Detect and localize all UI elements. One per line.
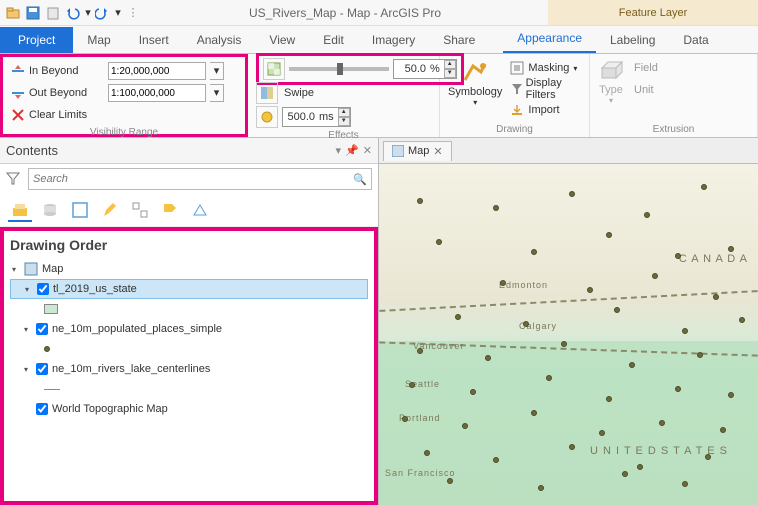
flicker-icon[interactable] — [256, 106, 278, 128]
extrusion-field-label: Field — [634, 62, 658, 74]
map-view-tab[interactable]: Map ✕ — [383, 141, 452, 161]
toc-layer-2[interactable]: ▾ ne_10m_rivers_lake_centerlines — [10, 359, 368, 379]
filter-icon[interactable] — [6, 171, 22, 187]
import-button[interactable]: Import — [510, 100, 581, 120]
map-view-tab-label: Map — [408, 145, 429, 157]
toc-layer-2-symbol[interactable] — [10, 379, 368, 399]
flicker-spin-up[interactable]: ▲ — [338, 108, 350, 117]
contents-search-input[interactable] — [33, 173, 353, 185]
swipe-icon[interactable] — [256, 82, 278, 104]
in-beyond-icon — [11, 64, 25, 78]
map-canvas[interactable]: C A N A D A U N I T E D S T A T E S Edmo… — [379, 164, 758, 505]
redo-dropdown-icon[interactable]: ▾ — [114, 4, 122, 22]
view-tab[interactable]: View — [255, 27, 309, 53]
toc-layer-0-checkbox[interactable] — [37, 283, 49, 295]
out-beyond-input[interactable] — [108, 84, 206, 102]
transparency-icon[interactable] — [263, 58, 285, 80]
redo-icon[interactable] — [94, 4, 112, 22]
contents-close-icon[interactable]: ✕ — [363, 144, 372, 157]
flicker-spin-down[interactable]: ▼ — [338, 117, 350, 126]
in-beyond-label: In Beyond — [29, 65, 104, 77]
list-by-source-icon[interactable] — [38, 198, 62, 222]
import-label: Import — [528, 104, 559, 116]
contents-pin-icon[interactable]: 📌 — [345, 144, 359, 157]
project-tab[interactable]: Project — [0, 27, 73, 53]
toc-layer-0-label: tl_2019_us_state — [53, 283, 137, 295]
out-beyond-icon — [11, 86, 25, 100]
masking-label: Masking — [528, 62, 569, 74]
paste-icon[interactable] — [44, 4, 62, 22]
undo-dropdown-icon[interactable]: ▾ — [84, 4, 92, 22]
list-by-selection-icon[interactable] — [68, 198, 92, 222]
map-view-tab-close[interactable]: ✕ — [433, 145, 442, 158]
drawing-group-label: Drawing — [448, 122, 581, 135]
list-by-editing-icon[interactable] — [98, 198, 122, 222]
symbology-button[interactable]: Symbology ▾ — [448, 58, 502, 122]
toc-layer-1-symbol[interactable] — [10, 339, 368, 359]
window-title: US_Rivers_Map - Map - ArcGIS Pro — [142, 6, 548, 20]
labeling-tab[interactable]: Labeling — [596, 27, 669, 53]
qat-customize-icon[interactable]: ⋮ — [124, 4, 142, 22]
map-label-canada: C A N A D A — [679, 253, 748, 265]
flicker-value[interactable]: 500.0 — [283, 111, 317, 123]
list-by-perspective-icon[interactable] — [188, 198, 212, 222]
toc-layer-0[interactable]: ▾ tl_2019_us_state — [10, 279, 368, 299]
out-beyond-dropdown[interactable]: ▾ — [210, 84, 224, 102]
data-tab[interactable]: Data — [669, 27, 722, 53]
map-label-sanfrancisco: San Francisco — [385, 468, 456, 478]
share-tab[interactable]: Share — [429, 27, 489, 53]
map-label-edmonton: Edmonton — [499, 280, 548, 290]
search-icon[interactable]: 🔍 — [353, 173, 367, 186]
in-beyond-input[interactable] — [108, 62, 206, 80]
masking-button[interactable]: Masking▾ — [510, 58, 581, 78]
extrusion-group-label: Extrusion — [598, 122, 749, 135]
extrusion-unit-label: Unit — [634, 84, 654, 96]
display-filters-label: Display Filters — [526, 77, 581, 101]
swipe-button[interactable]: Swipe — [284, 87, 314, 99]
clear-limits-button[interactable]: Clear Limits — [29, 109, 104, 121]
toc-map-label: Map — [42, 263, 63, 275]
out-beyond-label: Out Beyond — [29, 87, 104, 99]
toc-layer-1[interactable]: ▾ ne_10m_populated_places_simple — [10, 319, 368, 339]
toc-layer-3-label: World Topographic Map — [52, 403, 168, 415]
toc-layer-2-label: ne_10m_rivers_lake_centerlines — [52, 363, 210, 375]
list-by-labeling-icon[interactable] — [158, 198, 182, 222]
list-by-drawing-order-icon[interactable] — [8, 198, 32, 222]
transparency-value[interactable]: 50.0 — [394, 63, 428, 75]
map-frame-icon — [24, 262, 38, 276]
drawing-order-heading: Drawing Order — [10, 237, 368, 253]
visibility-range-group-label: Visibility Range — [11, 125, 237, 138]
symbology-label: Symbology — [448, 86, 502, 98]
toc-layer-3[interactable]: ▾ World Topographic Map — [10, 399, 368, 419]
toc-layer-0-symbol[interactable] — [10, 299, 368, 319]
clear-limits-icon — [11, 108, 25, 122]
display-filters-button[interactable]: Display Filters — [510, 79, 581, 99]
toc-map-node[interactable]: ▾ Map — [10, 259, 368, 279]
transparency-slider[interactable] — [289, 67, 389, 71]
undo-icon[interactable] — [64, 4, 82, 22]
extrusion-type-button[interactable]: Type ▾ — [598, 58, 624, 122]
toc-layer-2-checkbox[interactable] — [36, 363, 48, 375]
flicker-unit: ms — [317, 111, 338, 123]
open-folder-icon[interactable] — [4, 4, 22, 22]
edit-tab[interactable]: Edit — [309, 27, 358, 53]
contents-panel-title: Contents — [6, 143, 336, 158]
symbology-dropdown-icon[interactable]: ▾ — [473, 98, 477, 107]
contents-dropdown-icon[interactable]: ▾ — [336, 144, 342, 157]
context-tab-group: Feature Layer — [548, 0, 758, 25]
save-icon[interactable] — [24, 4, 42, 22]
type-label: Type — [599, 84, 623, 96]
map-view-icon — [392, 145, 404, 157]
map-tab[interactable]: Map — [73, 27, 124, 53]
in-beyond-dropdown[interactable]: ▾ — [210, 62, 224, 80]
toc-layer-3-checkbox[interactable] — [36, 403, 48, 415]
toc-layer-1-label: ne_10m_populated_places_simple — [52, 323, 222, 335]
insert-tab[interactable]: Insert — [125, 27, 183, 53]
imagery-tab[interactable]: Imagery — [358, 27, 429, 53]
analysis-tab[interactable]: Analysis — [183, 27, 256, 53]
toc-layer-1-checkbox[interactable] — [36, 323, 48, 335]
appearance-tab[interactable]: Appearance — [503, 25, 596, 53]
list-by-snapping-icon[interactable] — [128, 198, 152, 222]
